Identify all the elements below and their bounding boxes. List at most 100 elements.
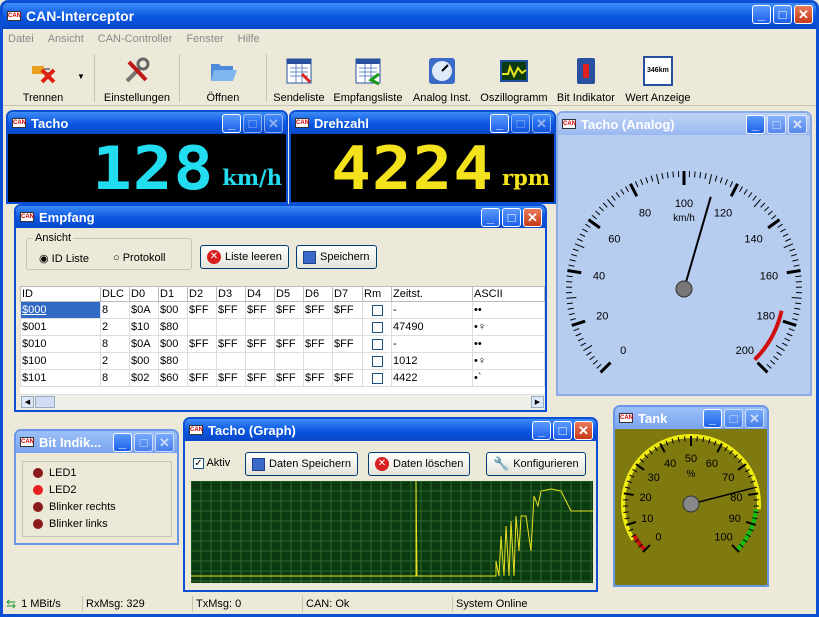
menu-datei[interactable]: Datei <box>8 33 34 45</box>
empfang-title-bar[interactable]: CAN Empfang _ □ ✕ <box>16 206 545 228</box>
daten-speichern-button[interactable]: Daten Speichern <box>245 452 358 476</box>
main-title-bar[interactable]: CAN CAN-Interceptor _ □ ✕ <box>3 3 816 29</box>
table-row[interactable]: $000 8 $0A $00 $FF $FF $FF $FF $FF $FF - •• <box>20 301 545 319</box>
close-button[interactable]: ✕ <box>574 421 593 440</box>
close-button: ✕ <box>532 114 551 133</box>
minimize-button[interactable]: _ <box>532 421 551 440</box>
tank-tick-label: 20 <box>639 492 651 504</box>
rm-checkbox[interactable] <box>372 321 383 333</box>
table-row[interactable]: $010 8 $0A $00 $FF $FF $FF $FF $FF $FF - •• <box>20 335 545 353</box>
column-header[interactable]: D0 <box>129 286 159 302</box>
maximize-button[interactable]: □ <box>502 208 521 227</box>
rm-checkbox[interactable] <box>372 355 383 367</box>
minimize-button[interactable]: _ <box>113 433 132 452</box>
empfangsliste-button[interactable]: Empfangsliste <box>328 50 408 106</box>
table-cell: •♀ <box>472 318 545 336</box>
minimize-button[interactable]: _ <box>222 114 241 133</box>
column-header[interactable]: D4 <box>245 286 275 302</box>
oeffnen-button[interactable]: Öffnen <box>183 50 263 106</box>
column-header[interactable]: DLC <box>100 286 130 302</box>
menu-can-controller[interactable]: CAN-Controller <box>98 33 173 45</box>
column-header[interactable]: Rm <box>362 286 392 302</box>
daten-loeschen-button[interactable]: ✕ Daten löschen <box>368 452 471 476</box>
column-header[interactable]: ID <box>20 286 101 302</box>
column-header[interactable]: Zeitst. <box>391 286 473 302</box>
column-header[interactable]: D3 <box>216 286 246 302</box>
tank-tick-label: 10 <box>641 513 653 525</box>
drehzahl-window: CAN Drehzahl _ □ ✕ 4224 rpm <box>289 110 556 204</box>
tacho-title: Tacho <box>31 115 69 131</box>
tank-title-bar[interactable]: CAN Tank _ □ ✕ <box>615 407 767 429</box>
tacho-title-bar[interactable]: CAN Tacho _ □ ✕ <box>8 112 286 134</box>
liste-leeren-button[interactable]: ✕ Liste leeren <box>200 245 289 269</box>
rm-checkbox[interactable] <box>372 304 383 316</box>
tank-tick <box>623 511 629 514</box>
table-row[interactable]: $001 2 $10 $80 47490 •♀ <box>20 318 545 336</box>
drehzahl-title-bar[interactable]: CAN Drehzahl _ □ ✕ <box>291 112 554 134</box>
minimize-button[interactable]: _ <box>703 409 722 428</box>
bit-indikator-button[interactable]: Bit Indikator <box>552 50 620 106</box>
close-button[interactable]: ✕ <box>794 5 813 24</box>
menu-fenster[interactable]: Fenster <box>186 33 223 45</box>
table-cell: $0A <box>129 301 159 319</box>
minimize-button[interactable]: _ <box>746 115 765 134</box>
aktiv-checkbox[interactable]: ✓ Aktiv <box>193 457 230 469</box>
table-cell <box>332 318 363 336</box>
wert-anzeige-button[interactable]: 346km Wert Anzeige <box>620 50 696 106</box>
radio-protokoll[interactable]: ○ Protokoll <box>113 252 166 264</box>
scroll-right-button[interactable]: ▶ <box>531 396 544 408</box>
table-cell: •• <box>472 335 545 353</box>
speichern-button[interactable]: Speichern <box>296 245 377 269</box>
tacho-analog-title-bar[interactable]: CAN Tacho (Analog) _ □ ✕ <box>558 113 810 135</box>
close-button[interactable]: ✕ <box>523 208 542 227</box>
trennen-button[interactable]: Trennen <box>3 50 83 106</box>
tacho-analog-title: Tacho (Analog) <box>581 116 675 132</box>
minimize-button[interactable]: _ <box>752 5 771 24</box>
speed-tick <box>714 175 718 182</box>
scroll-left-button[interactable]: ◀ <box>21 396 34 408</box>
table-cell: $FF <box>332 301 363 319</box>
column-header[interactable]: D1 <box>158 286 188 302</box>
table-row[interactable]: $100 2 $00 $80 1012 •♀ <box>20 352 545 370</box>
column-header[interactable]: D5 <box>274 286 304 302</box>
speed-tick <box>795 275 802 278</box>
analog-inst-button[interactable]: Analog Inst. <box>408 50 476 106</box>
speed-tick <box>766 364 772 369</box>
column-header[interactable]: ASCII <box>472 286 545 302</box>
trennen-dropdown-icon[interactable]: ▼ <box>77 72 85 81</box>
table-cell <box>245 318 275 336</box>
oszillogramm-button[interactable]: Oszillogramm <box>476 50 552 106</box>
table-cell: $101 <box>20 369 101 387</box>
scroll-thumb[interactable] <box>35 396 55 408</box>
horizontal-scrollbar[interactable]: ◀ ▶ <box>20 394 545 409</box>
rm-checkbox[interactable] <box>372 338 383 350</box>
rm-checkbox[interactable] <box>372 372 383 384</box>
speed-tick <box>786 269 801 275</box>
tank-tick-label: 40 <box>664 458 676 470</box>
app-title: CAN-Interceptor <box>26 8 135 24</box>
tacho-graph-title-bar[interactable]: CAN Tacho (Graph) _ □ ✕ <box>185 419 596 441</box>
speed-tick <box>575 333 582 337</box>
wert-anzeige-label: Wert Anzeige <box>625 92 691 104</box>
trennen-label: Trennen <box>22 92 64 104</box>
maximize-button[interactable]: □ <box>553 421 572 440</box>
column-header[interactable]: D6 <box>303 286 333 302</box>
table-row[interactable]: $101 8 $02 $60 $FF $FF $FF $FF $FF $FF 4422 •` <box>20 369 545 387</box>
column-header[interactable]: D7 <box>332 286 363 302</box>
sendeliste-button[interactable]: Sendeliste <box>270 50 328 106</box>
menu-hilfe[interactable]: Hilfe <box>238 33 260 45</box>
column-header[interactable]: D2 <box>187 286 217 302</box>
einstellungen-button[interactable]: Einstellungen <box>98 50 176 106</box>
maximize-button[interactable]: □ <box>773 5 792 24</box>
table-cell: $FF <box>216 301 246 319</box>
speed-tick <box>592 360 599 365</box>
konfigurieren-button[interactable]: 🔧 Konfigurieren <box>486 452 586 476</box>
minimize-button[interactable]: _ <box>490 114 509 133</box>
speed-tick <box>767 210 773 216</box>
radio-id-liste[interactable]: ◉ ID Liste <box>39 252 89 265</box>
table-cell <box>332 352 363 370</box>
minimize-button[interactable]: _ <box>481 208 500 227</box>
speed-tick <box>566 302 573 305</box>
bit-indikator-title-bar[interactable]: CAN Bit Indik... _ □ ✕ <box>16 431 177 453</box>
menu-ansicht[interactable]: Ansicht <box>48 33 84 45</box>
